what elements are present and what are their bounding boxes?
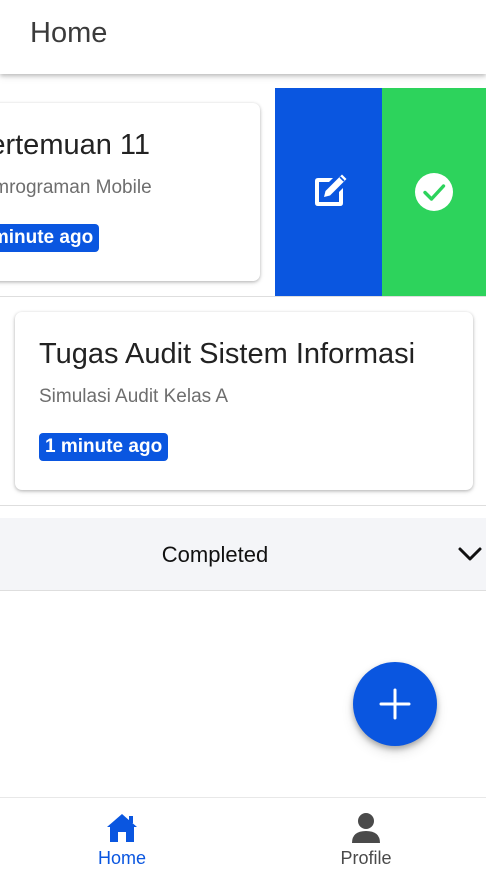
row-divider [0,296,486,297]
task-subtitle: Simulasi Audit Kelas A [39,386,229,407]
page-title: Home [30,17,108,49]
task-title: Pertemuan 11 [0,129,151,161]
edit-task-button[interactable] [275,88,382,296]
task-card[interactable]: Pertemuan 11 Pemrograman Mobile 1 minute… [0,103,260,281]
app-header: Home [0,0,486,74]
nav-item-home[interactable]: Home [62,812,182,872]
task-row-swiped[interactable]: Pertemuan 11 Pemrograman Mobile 1 minute… [0,88,486,296]
time-badge: 1 minute ago [0,224,100,252]
task-card[interactable]: Tugas Audit Sistem Informasi Simulasi Au… [15,312,473,490]
nav-label-profile: Profile [340,848,392,868]
check-circle-icon [415,173,453,211]
app-screen: Home Pertemuan 11 Pemrograman Mobile 1 m… [0,0,486,875]
add-task-button[interactable] [353,662,437,746]
completed-label: Completed [161,542,269,567]
task-title: Tugas Audit Sistem Informasi [39,338,416,370]
nav-label-home: Home [97,848,146,868]
task-subtitle: Pemrograman Mobile [0,177,152,198]
time-badge: 1 minute ago [39,433,169,461]
plus-icon [379,688,411,720]
completed-section-toggle[interactable]: Completed [0,518,486,591]
home-icon [107,814,137,842]
edit-icon [314,174,346,206]
row-divider [0,505,486,506]
complete-task-button[interactable] [382,88,486,296]
nav-item-profile[interactable]: Profile [306,812,426,872]
person-icon [352,813,380,843]
bottom-navigation: Home Profile [0,797,486,875]
chevron-down-icon [458,547,482,561]
